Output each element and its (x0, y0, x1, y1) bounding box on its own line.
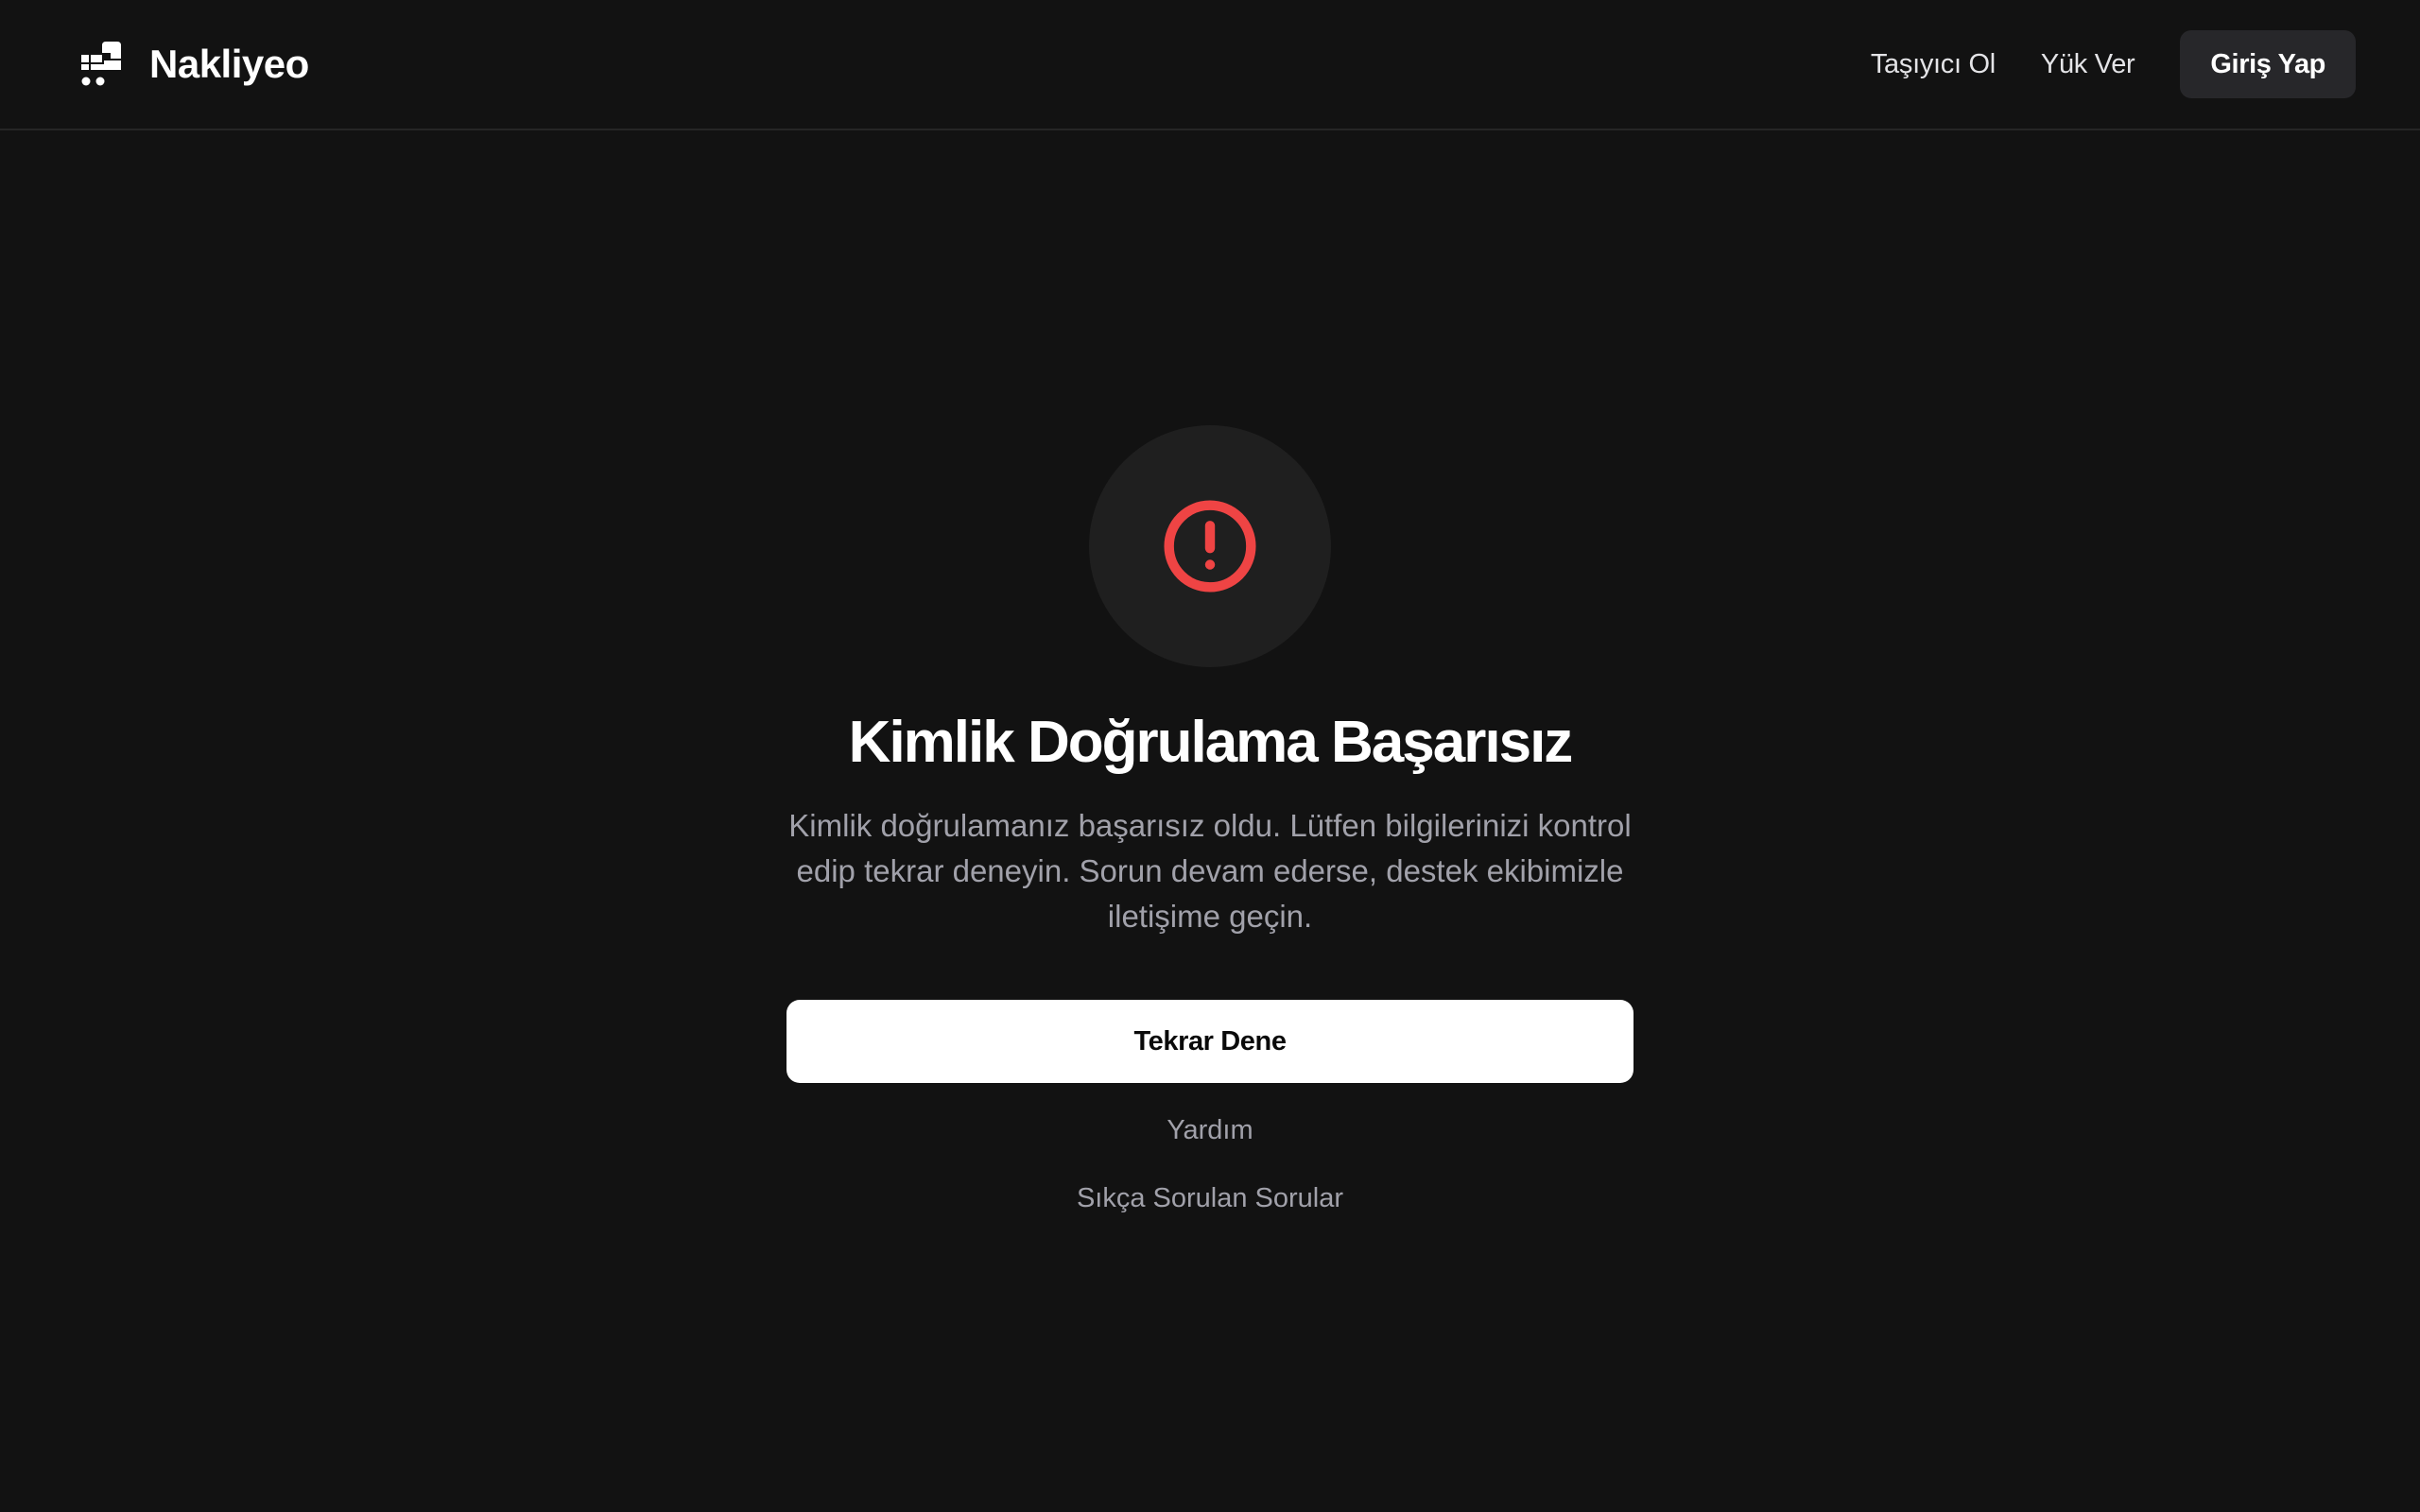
nav-link-become-carrier[interactable]: Taşıyıcı Ol (1871, 49, 1996, 80)
error-title: Kimlik Doğrulama Başarısız (848, 710, 1574, 775)
help-link[interactable]: Yardım (0, 1115, 2420, 1146)
error-icon-container (1089, 425, 1331, 667)
error-page-content: Kimlik Doğrulama Başarısız Kimlik doğrul… (0, 132, 2420, 1512)
nav-link-post-load[interactable]: Yük Ver (2041, 49, 2135, 80)
truck-logo-icon (81, 42, 121, 86)
nav-menu: Taşıyıcı Ol Yük Ver Giriş Yap (1871, 30, 2356, 98)
alert-circle-icon (1164, 500, 1256, 593)
faq-link[interactable]: Sıkça Sorulan Sorular (0, 1183, 2420, 1214)
brand-name: Nakliyeo (149, 42, 309, 86)
login-button[interactable]: Giriş Yap (2180, 30, 2356, 98)
brand-home-link[interactable]: Nakliyeo (79, 40, 309, 89)
top-navbar: Nakliyeo Taşıyıcı Ol Yük Ver Giriş Yap (0, 0, 2420, 130)
retry-button[interactable]: Tekrar Dene (786, 1000, 1634, 1083)
error-description: Kimlik doğrulamanız başarısız oldu. Lütf… (788, 808, 1632, 934)
